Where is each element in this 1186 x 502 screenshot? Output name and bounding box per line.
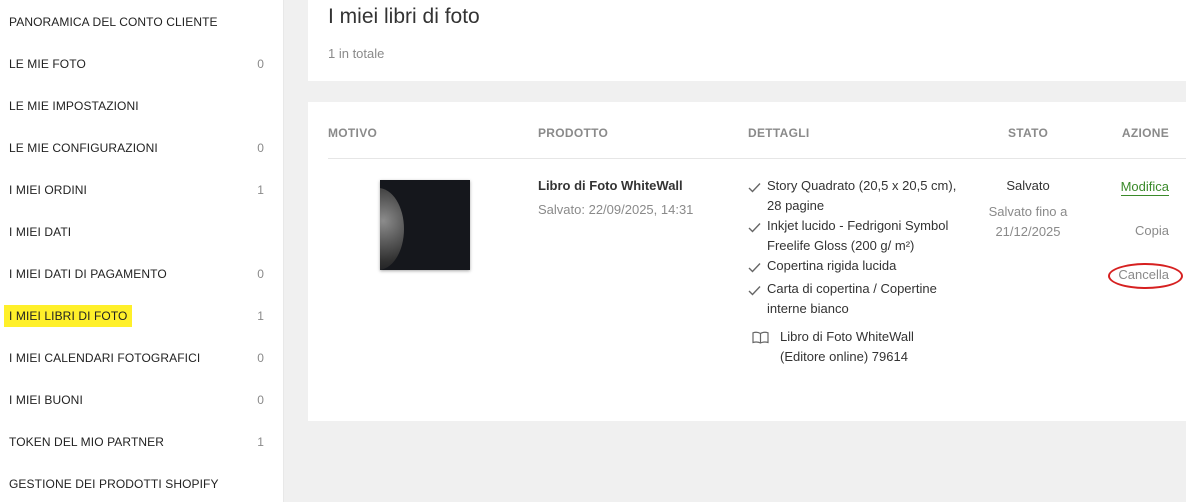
sidebar-item-my-orders[interactable]: I MIEI ORDINI 1: [0, 178, 284, 202]
page-title: I miei libri di foto: [328, 5, 480, 28]
sidebar-item-label: I MIEI DATI DI PAGAMENTO: [9, 267, 167, 281]
sidebar: PANORAMICA DEL CONTO CLIENTE LE MIE FOTO…: [0, 0, 284, 502]
sidebar-item-vouchers[interactable]: I MIEI BUONI 0: [0, 388, 284, 412]
book-info: Libro di Foto WhiteWall (Editore online)…: [748, 327, 958, 367]
sidebar-item-account-overview[interactable]: PANORAMICA DEL CONTO CLIENTE: [0, 10, 284, 34]
sidebar-item-photo-books[interactable]: I MIEI LIBRI DI FOTO 1: [0, 304, 284, 328]
photo-thumbnail[interactable]: [380, 180, 470, 270]
detail-item: Inkjet lucido - Fedrigoni Symbol Freelif…: [748, 216, 958, 256]
sidebar-item-count: 1: [257, 309, 264, 323]
sidebar-item-count: 0: [257, 351, 264, 365]
header-divider: [328, 158, 1186, 159]
thumbnail-image: [380, 188, 404, 270]
column-header-azione: AZIONE: [1121, 126, 1169, 140]
sidebar-item-label: GESTIONE DEI PRODOTTI SHOPIFY: [9, 477, 219, 491]
sidebar-item-label: TOKEN DEL MIO PARTNER: [9, 435, 165, 449]
sidebar-item-partner-token[interactable]: TOKEN DEL MIO PARTNER 1: [0, 430, 284, 454]
detail-item: Carta di copertina / Copertine interne b…: [748, 279, 958, 319]
product-name: Libro di Foto WhiteWall: [538, 178, 683, 193]
total-count: 1 in totale: [328, 46, 385, 61]
sidebar-item-photo-calendars[interactable]: I MIEI CALENDARI FOTOGRAFICI 0: [0, 346, 284, 370]
detail-text: Story Quadrato (20,5 x 20,5 cm), 28 pagi…: [767, 178, 957, 213]
page-header: I miei libri di foto 1 in totale: [308, 0, 1186, 81]
sidebar-item-my-settings[interactable]: LE MIE IMPOSTAZIONI: [0, 94, 284, 118]
column-header-dettagli: DETTAGLI: [748, 126, 810, 140]
sidebar-item-label: I MIEI CALENDARI FOTOGRAFICI: [9, 351, 201, 365]
detail-text: Inkjet lucido - Fedrigoni Symbol Freelif…: [767, 218, 949, 253]
sidebar-item-count: 0: [257, 267, 264, 281]
sidebar-item-payment-data[interactable]: I MIEI DATI DI PAGAMENTO 0: [0, 262, 284, 286]
details-list: Story Quadrato (20,5 x 20,5 cm), 28 pagi…: [748, 176, 958, 367]
edit-link[interactable]: Modifica: [1120, 179, 1169, 196]
checkmark-icon: [748, 279, 767, 302]
sidebar-item-label: I MIEI LIBRI DI FOTO: [4, 305, 133, 327]
saved-timestamp: Salvato: 22/09/2025, 14:31: [538, 202, 694, 217]
sidebar-item-shopify-products[interactable]: GESTIONE DEI PRODOTTI SHOPIFY: [0, 472, 284, 496]
column-header-prodotto: PRODOTTO: [538, 126, 609, 140]
detail-item: Story Quadrato (20,5 x 20,5 cm), 28 pagi…: [748, 176, 958, 216]
detail-text: Carta di copertina / Copertine interne b…: [767, 281, 937, 316]
checkmark-icon: [748, 176, 767, 199]
photo-books-table: MOTIVO PRODOTTO DETTAGLI STATO AZIONE Li…: [308, 102, 1186, 421]
detail-text: Copertina rigida lucida: [767, 258, 897, 273]
sidebar-item-my-configurations[interactable]: LE MIE CONFIGURAZIONI 0: [0, 136, 284, 160]
sidebar-item-my-data[interactable]: I MIEI DATI: [0, 220, 284, 244]
sidebar-item-label: I MIEI BUONI: [9, 393, 83, 407]
column-header-motivo: MOTIVO: [328, 126, 378, 140]
sidebar-item-count: 1: [257, 435, 264, 449]
sidebar-item-my-photos[interactable]: LE MIE FOTO 0: [0, 52, 284, 76]
book-info-text: Libro di Foto WhiteWall (Editore online)…: [780, 329, 914, 364]
sidebar-item-label: LE MIE IMPOSTAZIONI: [9, 99, 139, 113]
sidebar-item-label: LE MIE FOTO: [9, 57, 86, 71]
sidebar-item-count: 0: [257, 393, 264, 407]
sidebar-item-label: I MIEI DATI: [9, 225, 72, 239]
status-value: Salvato: [1006, 178, 1050, 193]
status-expiry: Salvato fino a 21/12/2025: [988, 204, 1068, 239]
detail-item: Copertina rigida lucida: [748, 256, 958, 279]
sidebar-item-count: 1: [257, 183, 264, 197]
copy-link[interactable]: Copia: [1135, 223, 1169, 238]
checkmark-icon: [748, 216, 767, 239]
checkmark-icon: [748, 256, 767, 279]
sidebar-item-label: I MIEI ORDINI: [9, 183, 87, 197]
sidebar-item-count: 0: [257, 141, 264, 155]
column-header-stato: STATO: [1008, 126, 1049, 140]
open-book-icon: [748, 327, 780, 367]
delete-link[interactable]: Cancella: [1118, 267, 1169, 282]
sidebar-item-label: LE MIE CONFIGURAZIONI: [9, 141, 158, 155]
sidebar-item-count: 0: [257, 57, 264, 71]
sidebar-item-label: PANORAMICA DEL CONTO CLIENTE: [9, 15, 218, 29]
